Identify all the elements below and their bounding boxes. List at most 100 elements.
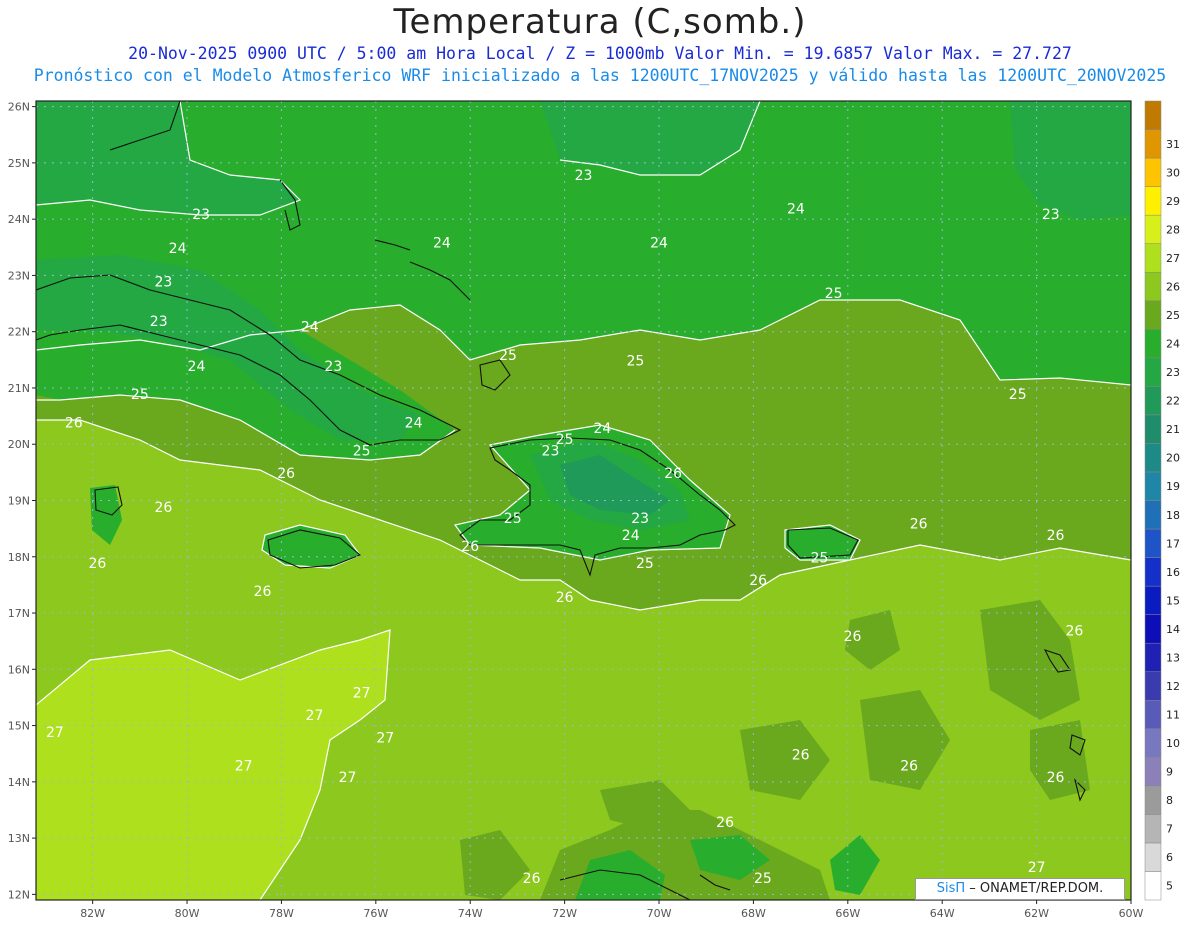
lon-tick-label: 68W <box>741 907 766 920</box>
credit-text: – ONAMET/REP.DOM. <box>965 881 1104 896</box>
contour-label: 25 <box>504 511 522 527</box>
colorbar-swatch <box>1144 271 1162 302</box>
colorbar-label: 19 <box>1166 480 1180 493</box>
credit-brand: SisΠ <box>936 881 966 896</box>
contour-label: 23 <box>324 359 342 375</box>
colorbar-label: 15 <box>1166 594 1180 607</box>
colorbar-label: 16 <box>1166 566 1180 579</box>
colorbar-swatch <box>1144 243 1162 273</box>
contour-label: 27 <box>46 725 64 741</box>
lon-tick-label: 62W <box>1024 907 1049 920</box>
contour-label: 25 <box>811 550 829 566</box>
colorbar-swatch <box>1144 357 1162 387</box>
contour-label: 24 <box>301 320 319 336</box>
contour-label: 25 <box>499 348 517 364</box>
colorbar-label: 31 <box>1166 138 1180 151</box>
lat-tick-label: 18N <box>8 551 30 564</box>
contour-label: 24 <box>433 235 451 251</box>
lon-tick-label: 60W <box>1119 907 1144 920</box>
contour-label: 26 <box>461 539 479 555</box>
contour-label: 26 <box>1065 624 1083 640</box>
colorbar-swatch <box>1144 557 1162 587</box>
colorbar-label: 12 <box>1166 680 1180 693</box>
colorbar-swatch <box>1144 157 1162 187</box>
colorbar-label: 21 <box>1166 423 1180 436</box>
colorbar-label: 27 <box>1166 252 1180 265</box>
colorbar-swatch <box>1144 871 1162 901</box>
contour-label: 26 <box>716 815 734 831</box>
contour-label: 23 <box>155 275 173 291</box>
colorbar-label: 13 <box>1166 651 1180 664</box>
colorbar-swatch <box>1144 471 1162 501</box>
colorbar-swatch <box>1144 528 1162 558</box>
contour-label: 27 <box>1028 860 1046 876</box>
colorbar-label: 29 <box>1166 195 1180 208</box>
contour-label: 26 <box>792 747 810 763</box>
colorbar-label: 9 <box>1166 766 1173 779</box>
colorbar-label: 30 <box>1166 166 1180 179</box>
contour-label: 26 <box>844 629 862 645</box>
colorbar-label: 7 <box>1166 823 1173 836</box>
contour-label: 23 <box>192 207 210 223</box>
contour-label: 27 <box>339 770 357 786</box>
lon-tick-label: 64W <box>930 907 955 920</box>
colorbar-label: 24 <box>1166 338 1180 351</box>
lat-tick-label: 23N <box>8 269 30 282</box>
lon-tick-label: 66W <box>835 907 860 920</box>
lat-tick-label: 21N <box>8 382 30 395</box>
colorbar-swatch <box>1144 785 1162 815</box>
colorbar-label: 5 <box>1166 880 1173 893</box>
lat-tick-label: 19N <box>8 495 30 508</box>
lon-tick-label: 78W <box>269 907 294 920</box>
colorbar-swatch <box>1144 214 1162 244</box>
contour-label: 27 <box>306 708 324 724</box>
contour-label: 24 <box>650 235 668 251</box>
lat-tick-label: 22N <box>8 326 30 339</box>
lon-tick-label: 80W <box>175 907 200 920</box>
colorbar-swatch <box>1144 671 1162 701</box>
contour-label: 24 <box>593 421 611 437</box>
latitude-axis: 26N 25N 24N 23N 22N 21N 20N 19N 18N 17N 16N 15N 14N 1… <box>8 101 36 901</box>
colorbar-swatch <box>1144 585 1162 615</box>
contour-label: 23 <box>150 314 168 330</box>
colorbar-label: 20 <box>1166 452 1180 465</box>
contour-label: 25 <box>754 871 772 887</box>
contour-label: 24 <box>188 359 206 375</box>
colorbar-label: 11 <box>1166 709 1180 722</box>
colorbar-label: 25 <box>1166 309 1180 322</box>
lat-tick-label: 24N <box>8 213 30 226</box>
colorbar-swatch <box>1144 414 1162 444</box>
contour-label: 24 <box>622 528 640 544</box>
colorbar-swatch <box>1144 842 1162 872</box>
contour-label: 25 <box>1009 387 1027 403</box>
contour-label: 24 <box>405 415 423 431</box>
contour-label: 26 <box>910 517 928 533</box>
contour-label: 23 <box>631 511 649 527</box>
lat-tick-label: 15N <box>8 720 30 733</box>
colorbar-swatch <box>1144 614 1162 644</box>
contour-label: 26 <box>65 415 83 431</box>
colorbar-label: 10 <box>1166 737 1180 750</box>
contour-label: 26 <box>88 556 106 572</box>
contour-label: 25 <box>131 387 149 403</box>
contour-label: 25 <box>825 286 843 302</box>
contour-label: 23 <box>1042 207 1060 223</box>
lat-tick-label: 13N <box>8 832 30 845</box>
colorbar-label: 18 <box>1166 509 1180 522</box>
contour-label: 25 <box>353 443 371 459</box>
colorbar-swatch <box>1144 500 1162 530</box>
colorbar: 5 6 7 8 9 10 11 12 13 14 15 16 17 18 19 20 21 22 23 24 25 26 2… <box>1144 100 1180 901</box>
lat-tick-label: 17N <box>8 607 30 620</box>
credit-box: SisΠ – ONAMET/REP.DOM. <box>915 878 1125 900</box>
contour-label: 27 <box>235 759 253 775</box>
longitude-axis: 82W 80W 78W 76W 74W 72W 70W 68W 66W 64W 62W 60W <box>80 900 1144 920</box>
lon-tick-label: 72W <box>552 907 577 920</box>
colorbar-swatch <box>1144 700 1162 730</box>
colorbar-label: 28 <box>1166 223 1180 236</box>
temperature-map: 2324232324252423242526262425 252324242523… <box>8 100 1180 920</box>
colorbar-swatch <box>1144 129 1162 159</box>
colorbar-swatch <box>1144 443 1162 473</box>
contour-label: 25 <box>627 353 645 369</box>
contour-label: 26 <box>1047 770 1065 786</box>
colorbar-label: 17 <box>1166 537 1180 550</box>
